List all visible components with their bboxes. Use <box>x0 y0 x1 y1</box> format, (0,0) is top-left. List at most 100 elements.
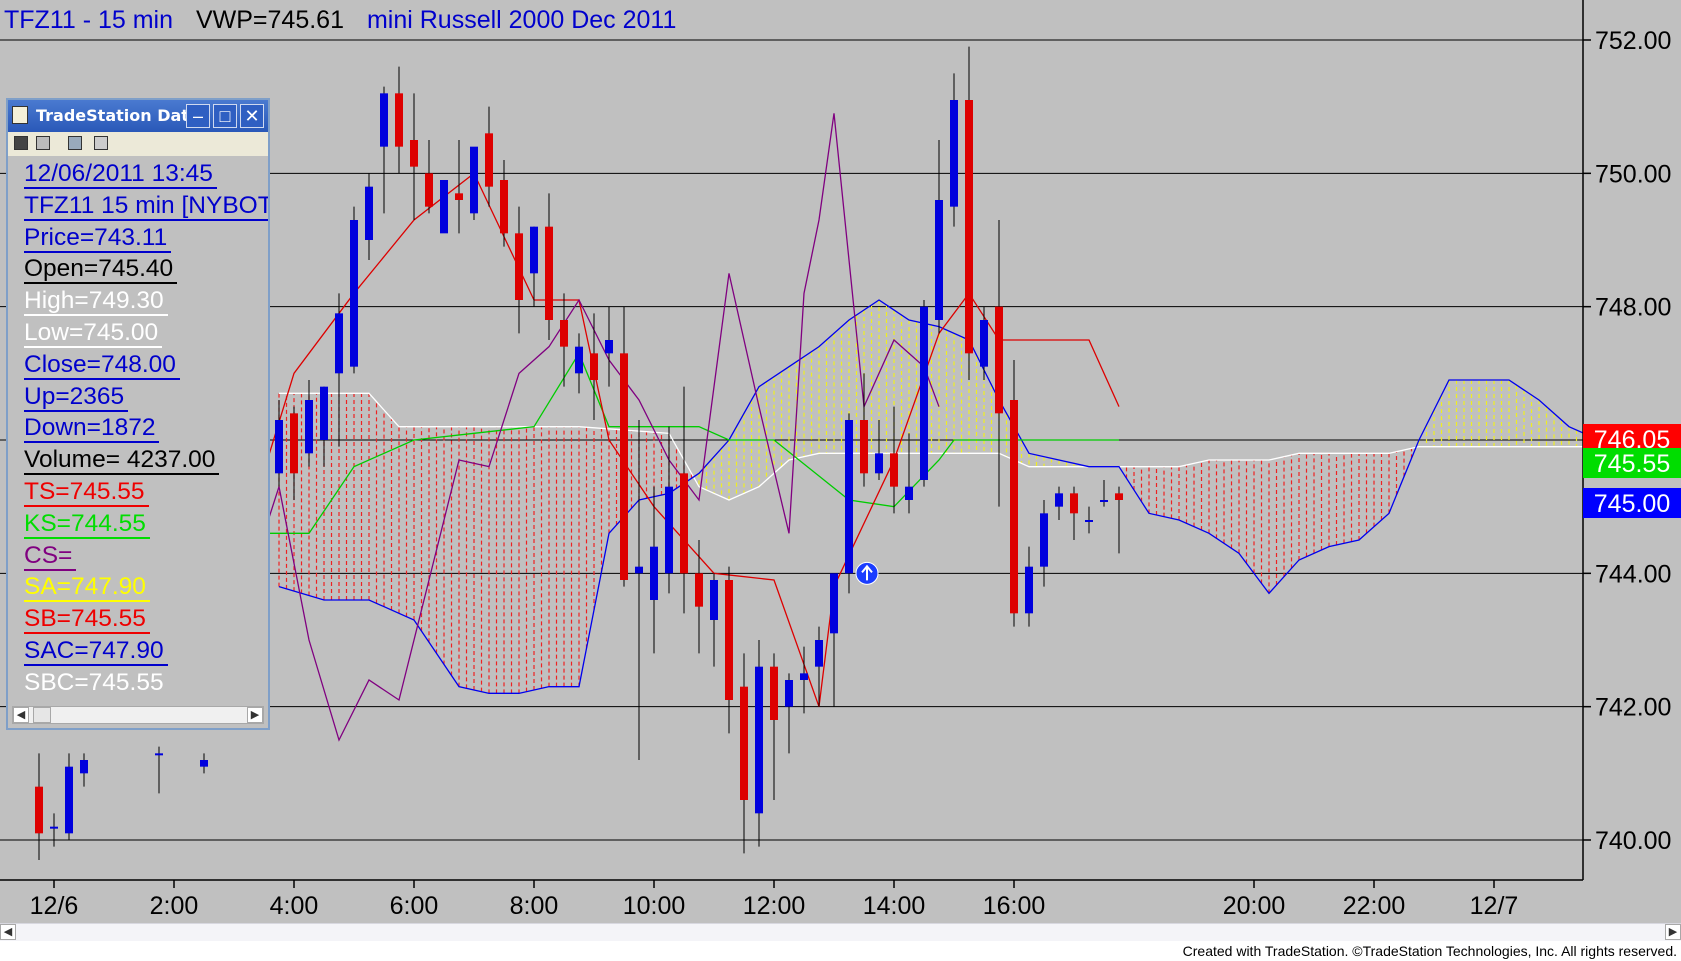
candle-body <box>35 786 43 834</box>
time-tick-label: 4:00 <box>270 892 319 920</box>
candle-body <box>740 686 748 800</box>
close-button[interactable]: ✕ <box>240 104 264 128</box>
save-icon[interactable] <box>14 136 28 150</box>
candle-body <box>635 566 643 574</box>
data-window-field-text: Up=2365 <box>24 382 129 412</box>
candle-body <box>365 186 373 240</box>
data-window-field: CS= <box>24 540 268 572</box>
time-tick-label: 6:00 <box>390 892 439 920</box>
data-window-field: TS=745.55 <box>24 476 268 508</box>
chart-scroll-right-icon[interactable]: ▶ <box>1665 924 1681 940</box>
candle-body <box>860 420 868 474</box>
scroll-thumb[interactable] <box>33 707 51 723</box>
candle-body <box>500 180 508 234</box>
up-arrow-circle-icon[interactable] <box>855 561 879 585</box>
chart-scroll-left-icon[interactable]: ◀ <box>0 924 16 940</box>
candle-body <box>200 760 208 767</box>
candle-body <box>620 353 628 580</box>
time-tick-label: 22:00 <box>1343 892 1406 920</box>
chart-title: TFZ11 - 15 min VWP=745.61 mini Russell 2… <box>4 6 676 34</box>
candle-body <box>530 226 538 274</box>
candle-body <box>710 580 718 620</box>
candle-body <box>305 400 313 454</box>
candle-body <box>890 453 898 487</box>
price-tick-label: 748.00 <box>1595 294 1671 322</box>
candle-body <box>50 826 58 829</box>
candle-body <box>800 673 808 680</box>
candle-body <box>1010 400 1018 614</box>
candle-body <box>65 766 73 834</box>
candle <box>470 146 478 220</box>
data-window-field-text: Open=745.40 <box>24 255 178 285</box>
signal-markers[interactable] <box>855 561 879 585</box>
data-window[interactable]: TradeStation Dat... – □ ✕ 12/06/2011 13:… <box>6 98 270 730</box>
data-window-titlebar[interactable]: TradeStation Dat... – □ ✕ <box>8 100 268 132</box>
data-window-field-text: SB=745.55 <box>24 605 150 635</box>
data-window-field: 12/06/2011 13:45 <box>24 158 268 190</box>
candle-body <box>350 220 358 367</box>
candle-body <box>755 666 763 814</box>
candle-body <box>920 306 928 480</box>
price-tick-label: 744.00 <box>1595 560 1671 588</box>
candle <box>845 413 853 594</box>
data-window-field: Open=745.40 <box>24 253 268 285</box>
candle-body <box>680 473 688 574</box>
candle-body <box>290 413 298 474</box>
time-tick-label: 16:00 <box>983 892 1046 920</box>
candle <box>440 180 448 234</box>
price-tick-label: 742.00 <box>1595 694 1671 722</box>
grid-icon[interactable] <box>68 136 82 150</box>
data-window-field: Up=2365 <box>24 381 268 413</box>
print-icon[interactable] <box>36 136 50 150</box>
candle-body <box>470 146 478 214</box>
candle-body <box>395 93 403 147</box>
time-tick-label: 8:00 <box>510 892 559 920</box>
time-tick-label: 20:00 <box>1223 892 1286 920</box>
price-box-label: 745.55 <box>1594 450 1670 478</box>
data-window-fields: 12/06/2011 13:45 TFZ11 15 min [NYBOT] Pric… <box>24 158 268 694</box>
data-window-field-text: SA=747.90 <box>24 573 150 603</box>
candle-body <box>80 760 88 774</box>
symbol-title: TFZ11 - 15 min <box>4 6 173 34</box>
data-window-field-text: High=749.30 <box>24 287 168 317</box>
candle-body <box>905 486 913 500</box>
chart-scrollbar[interactable]: ◀ ▶ <box>0 923 1681 941</box>
data-window-field: Down=1872 <box>24 412 268 444</box>
price-boxes: 746.05745.55745.00 <box>1583 424 1681 518</box>
candle-body <box>485 133 493 187</box>
candle-body <box>830 573 838 634</box>
time-tick-label: 10:00 <box>623 892 686 920</box>
data-window-field: SB=745.55 <box>24 603 268 635</box>
price-box-label: 745.00 <box>1594 490 1670 518</box>
candle-body <box>665 486 673 574</box>
time-tick-label: 14:00 <box>863 892 926 920</box>
price-box: 745.55 <box>1583 448 1681 478</box>
minimize-button[interactable]: – <box>186 104 210 128</box>
data-window-field: Volume= 4237.00 <box>24 444 268 476</box>
candle-body <box>560 320 568 347</box>
candle-body <box>455 193 463 200</box>
data-window-field-text: Low=745.00 <box>24 318 163 348</box>
candle-body <box>605 340 613 354</box>
properties-icon[interactable] <box>94 136 108 150</box>
candle-body <box>425 173 433 207</box>
scroll-right-icon[interactable]: ▶ <box>247 707 263 723</box>
candle-body <box>980 320 988 367</box>
candle-body <box>545 226 553 320</box>
data-window-field: Close=748.00 <box>24 349 268 381</box>
price-box: 745.00 <box>1583 488 1681 518</box>
instrument-name: mini Russell 2000 Dec 2011 <box>367 6 676 34</box>
data-window-scrollbar[interactable]: ◀ ▶ <box>12 706 264 724</box>
candle-body <box>650 546 658 600</box>
price-tick-label: 750.00 <box>1595 160 1671 188</box>
maximize-button[interactable]: □ <box>213 104 237 128</box>
data-window-field: Low=745.00 <box>24 317 268 349</box>
data-window-field-text: SBC=745.55 <box>24 668 168 694</box>
candle-body <box>950 100 958 207</box>
time-tick-label: 12/6 <box>30 892 79 920</box>
candle-body <box>845 420 853 574</box>
data-window-field: SA=747.90 <box>24 571 268 603</box>
candle-body <box>1100 500 1108 502</box>
scroll-left-icon[interactable]: ◀ <box>13 707 29 723</box>
candle-body <box>875 453 883 474</box>
